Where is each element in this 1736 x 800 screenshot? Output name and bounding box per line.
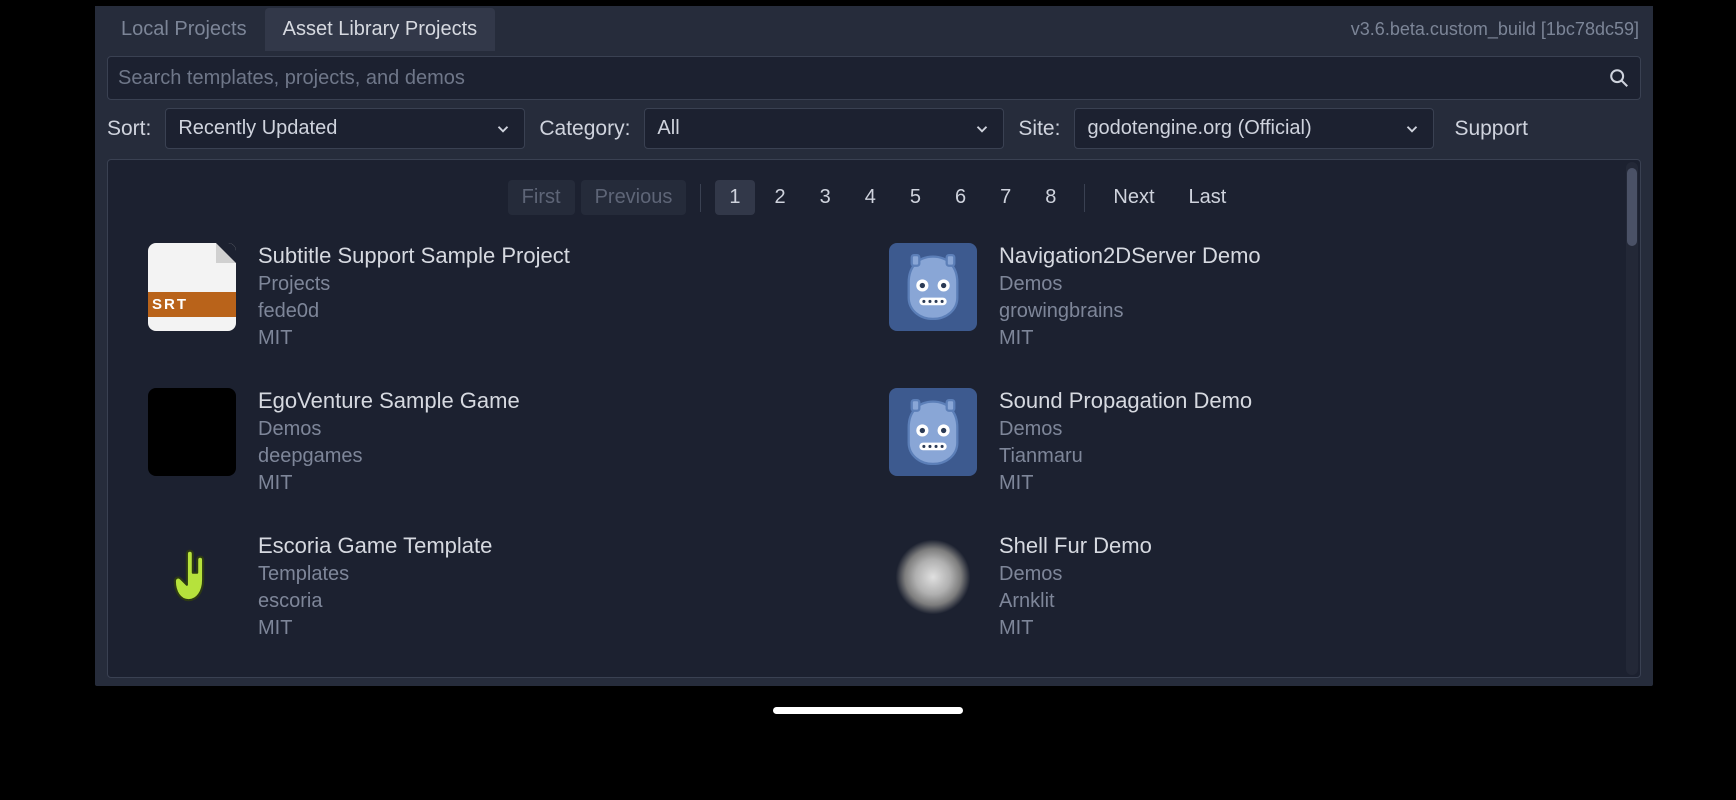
pager-next[interactable]: Next [1099, 180, 1168, 215]
asset-meta: EgoVenture Sample Game Demos deepgames MIT [258, 388, 520, 495]
search-icon[interactable] [1608, 67, 1630, 89]
scrollbar-thumb[interactable] [1627, 168, 1637, 246]
chevron-down-icon [1403, 120, 1421, 138]
asset-category: Templates [258, 563, 492, 586]
asset-category: Demos [258, 418, 520, 441]
godot-robot-icon [895, 249, 971, 325]
asset-author: Arnklit [999, 590, 1152, 613]
content-area: First Previous 12345678 Next Last SRT Sub… [107, 159, 1641, 678]
search-bar[interactable] [107, 56, 1641, 100]
pager-page-7[interactable]: 7 [986, 180, 1025, 215]
asset-title[interactable]: Navigation2DServer Demo [999, 243, 1261, 269]
asset-license: MIT [258, 472, 520, 495]
asset-license: MIT [258, 327, 570, 350]
pager-first: First [508, 180, 575, 215]
asset-category: Demos [999, 563, 1152, 586]
chevron-down-icon [494, 120, 512, 138]
asset-title[interactable]: Sound Propagation Demo [999, 388, 1252, 414]
site-label: Site: [1018, 117, 1060, 141]
asset-license: MIT [999, 617, 1152, 640]
asset-card[interactable]: Shell Fur Demo Demos Arnklit MIT [889, 533, 1600, 640]
support-button[interactable]: Support [1448, 109, 1534, 149]
asset-grid: SRT Subtitle Support Sample Project Projec… [108, 229, 1640, 650]
pager-separator [700, 184, 701, 212]
site-select[interactable]: godotengine.org (Official) [1074, 108, 1434, 149]
asset-title[interactable]: Escoria Game Template [258, 533, 492, 559]
tabs-row: Local Projects Asset Library Projects v3… [95, 6, 1653, 52]
asset-author: escoria [258, 590, 492, 613]
pager-previous: Previous [581, 180, 687, 215]
asset-license: MIT [999, 327, 1261, 350]
asset-author: deepgames [258, 445, 520, 468]
pager-page-8[interactable]: 8 [1031, 180, 1070, 215]
asset-card[interactable]: Sound Propagation Demo Demos Tianmaru MIT [889, 388, 1600, 495]
asset-card[interactable]: SRT Subtitle Support Sample Project Projec… [148, 243, 859, 350]
asset-thumb [148, 388, 236, 476]
category-label: Category: [539, 117, 630, 141]
asset-card[interactable]: EgoVenture Sample Game Demos deepgames MIT [148, 388, 859, 495]
tab-asset-library[interactable]: Asset Library Projects [265, 8, 496, 51]
sort-label: Sort: [107, 117, 151, 141]
hand-cursor-icon [166, 547, 218, 607]
asset-thumb [889, 243, 977, 331]
asset-thumb [148, 533, 236, 621]
tab-local-projects[interactable]: Local Projects [103, 8, 265, 51]
asset-author: fede0d [258, 300, 570, 323]
sort-select[interactable]: Recently Updated [165, 108, 525, 149]
pager: First Previous 12345678 Next Last [108, 160, 1640, 229]
pager-page-6[interactable]: 6 [941, 180, 980, 215]
search-input[interactable] [118, 67, 1608, 90]
asset-title[interactable]: Shell Fur Demo [999, 533, 1152, 559]
asset-card[interactable]: Escoria Game Template Templates escoria MIT [148, 533, 859, 640]
pager-page-5[interactable]: 5 [896, 180, 935, 215]
asset-meta: Escoria Game Template Templates escoria MIT [258, 533, 492, 640]
pager-page-3[interactable]: 3 [806, 180, 845, 215]
pager-page-4[interactable]: 4 [851, 180, 890, 215]
version-label: v3.6.beta.custom_build [1bc78dc59] [1351, 19, 1639, 40]
asset-author: Tianmaru [999, 445, 1252, 468]
asset-thumb: SRT [148, 243, 236, 331]
asset-license: MIT [999, 472, 1252, 495]
pager-separator [1084, 184, 1085, 212]
asset-category: Projects [258, 273, 570, 296]
home-indicator [773, 707, 963, 714]
asset-meta: Shell Fur Demo Demos Arnklit MIT [999, 533, 1152, 640]
asset-title[interactable]: Subtitle Support Sample Project [258, 243, 570, 269]
asset-license: MIT [258, 617, 492, 640]
asset-thumb [889, 533, 977, 621]
category-select[interactable]: All [644, 108, 1004, 149]
srt-badge: SRT [148, 292, 236, 317]
asset-author: growingbrains [999, 300, 1261, 323]
asset-meta: Navigation2DServer Demo Demos growingbrain… [999, 243, 1261, 350]
filter-row: Sort: Recently Updated Category: All Sit… [95, 108, 1653, 159]
asset-meta: Subtitle Support Sample Project Projects f… [258, 243, 570, 350]
sort-value: Recently Updated [178, 117, 337, 140]
site-value: godotengine.org (Official) [1087, 117, 1311, 140]
asset-meta: Sound Propagation Demo Demos Tianmaru MIT [999, 388, 1252, 495]
project-manager-window: Local Projects Asset Library Projects v3… [95, 6, 1653, 686]
scrollbar[interactable] [1626, 162, 1638, 675]
asset-title[interactable]: EgoVenture Sample Game [258, 388, 520, 414]
godot-robot-icon [895, 394, 971, 470]
asset-category: Demos [999, 418, 1252, 441]
asset-thumb [889, 388, 977, 476]
pager-last[interactable]: Last [1175, 180, 1241, 215]
pager-page-2[interactable]: 2 [761, 180, 800, 215]
category-value: All [657, 117, 679, 140]
asset-category: Demos [999, 273, 1261, 296]
chevron-down-icon [973, 120, 991, 138]
asset-card[interactable]: Navigation2DServer Demo Demos growingbrain… [889, 243, 1600, 350]
pager-page-1[interactable]: 1 [715, 180, 754, 215]
